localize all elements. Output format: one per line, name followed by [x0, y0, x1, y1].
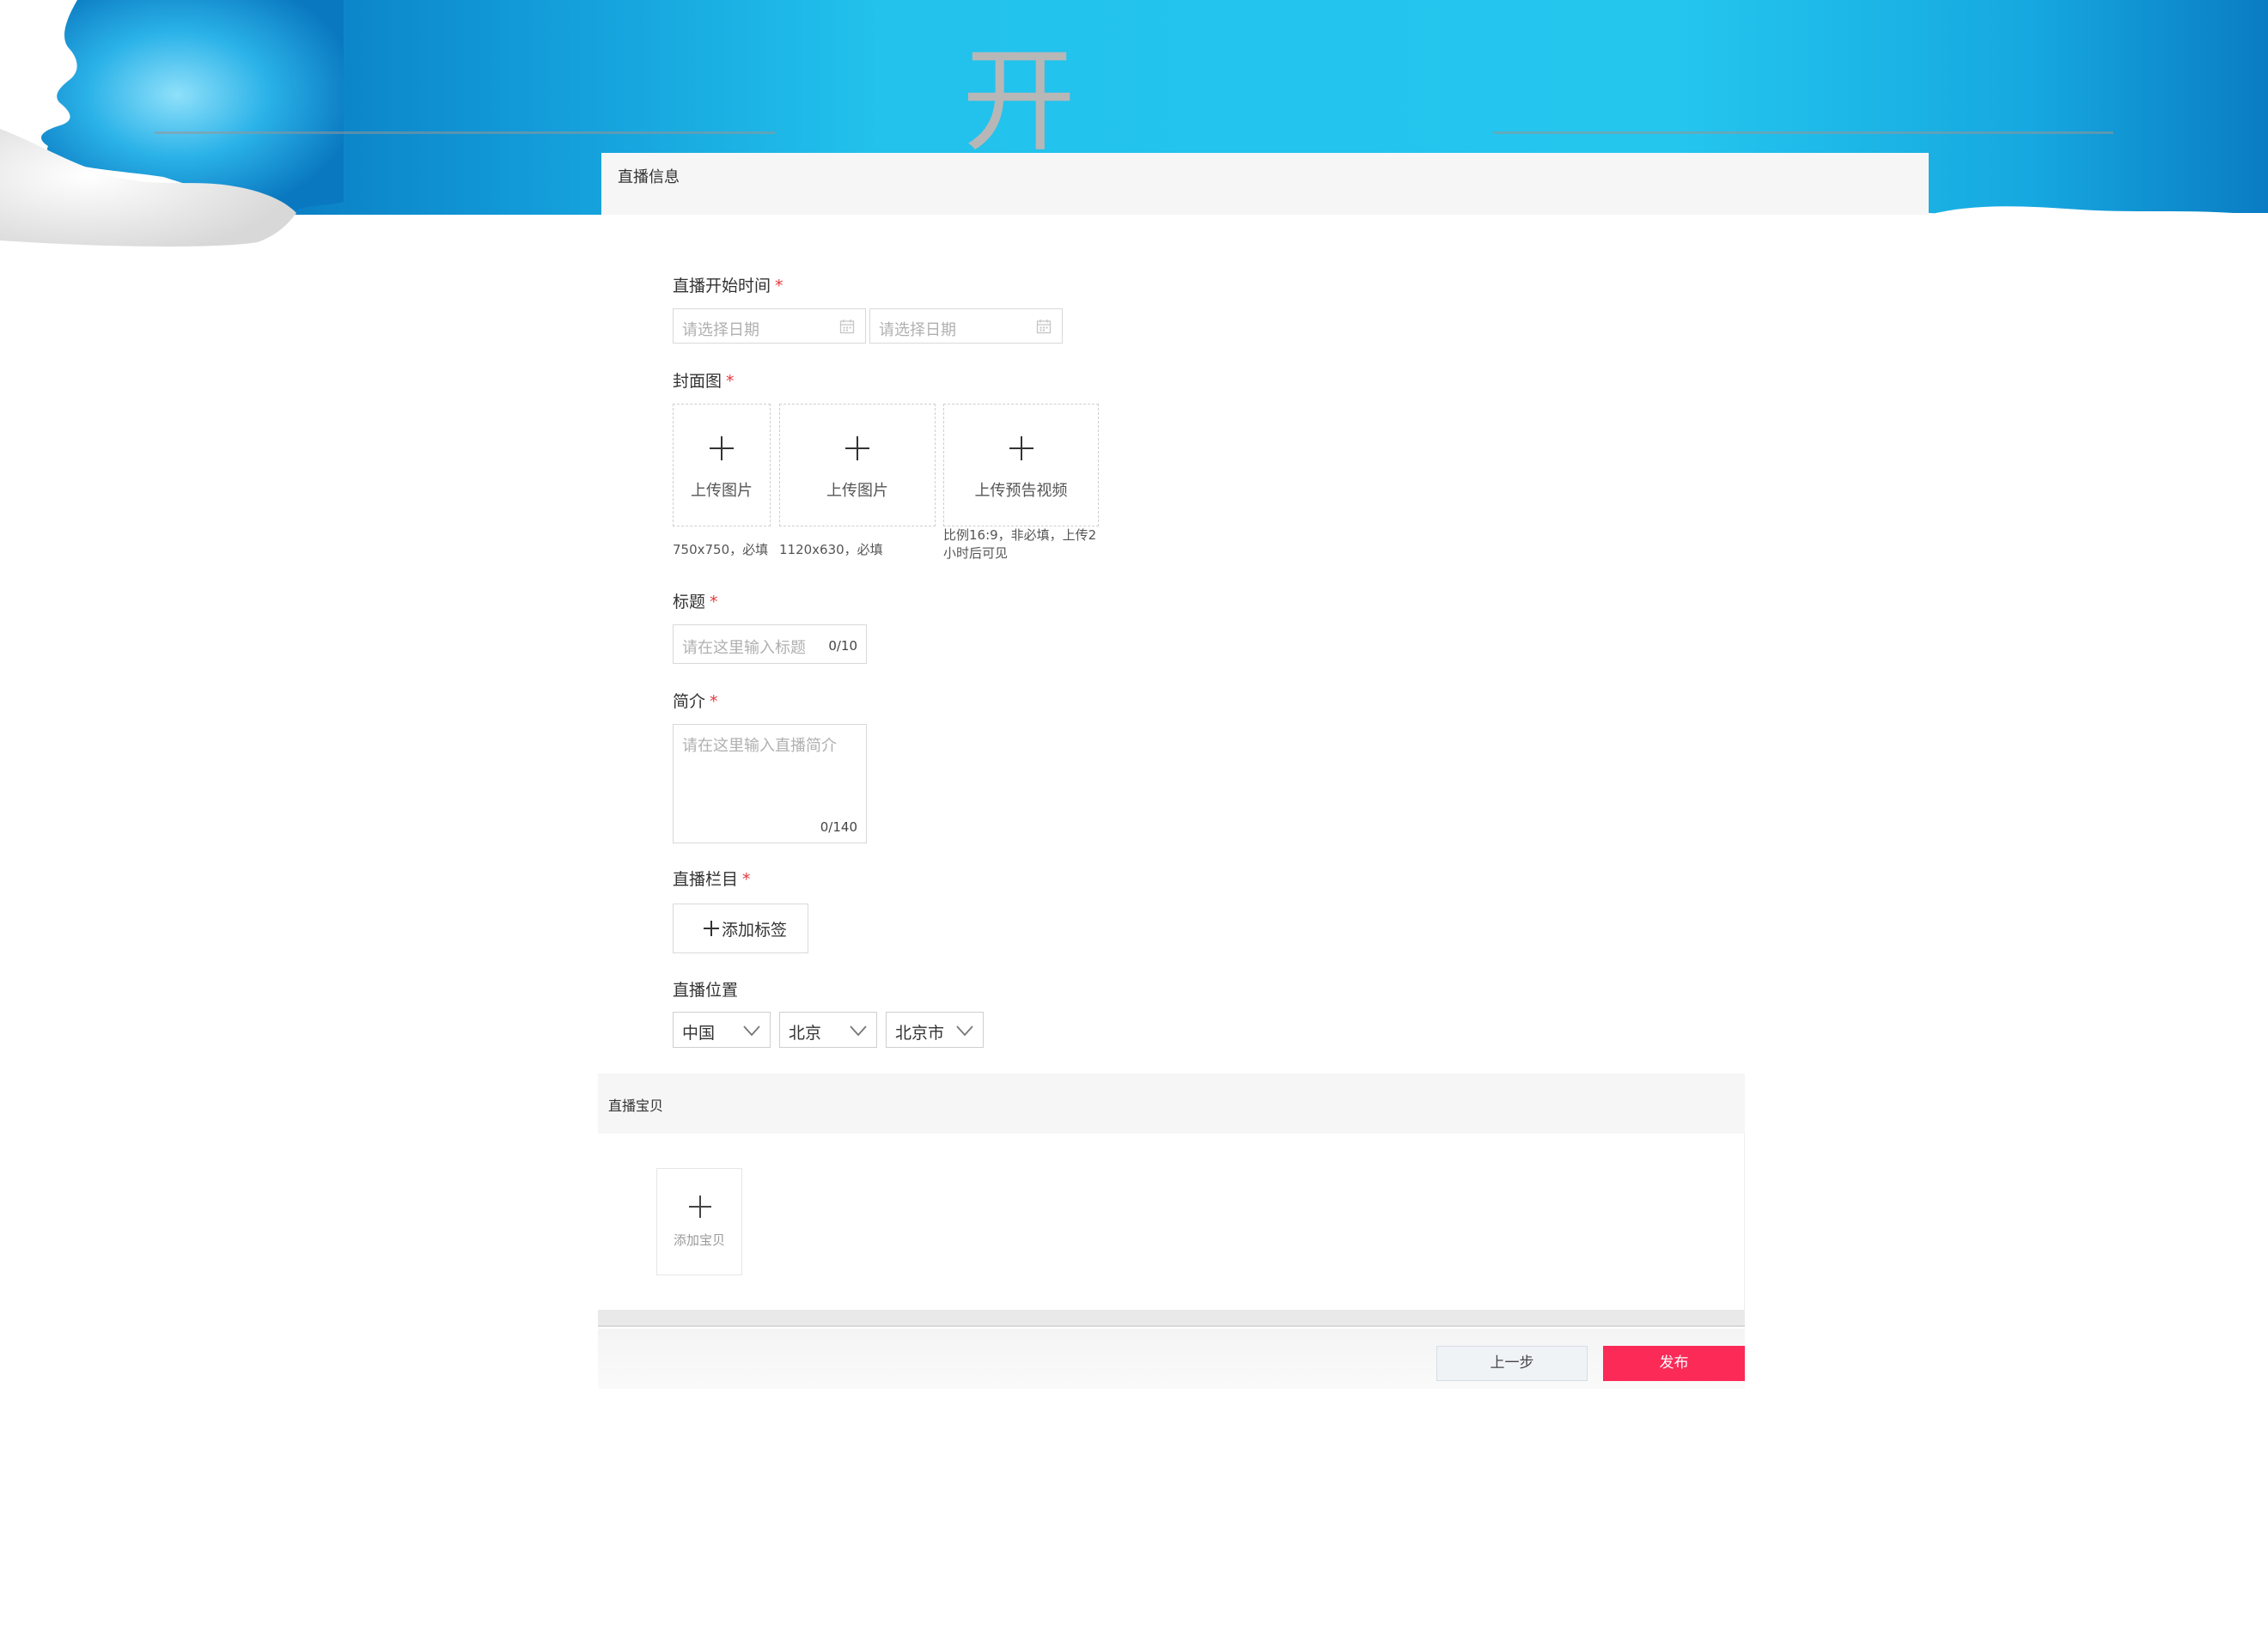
video-hint: 比例16:9，非必填，上传2小时后可见	[943, 527, 1097, 561]
location-label: 直播位置	[673, 981, 739, 1000]
cover-hint: 750x750，必填	[673, 542, 769, 557]
intro-placeholder: 请在这里输入直播简介	[682, 737, 837, 755]
city-select[interactable]: 北京市	[886, 1012, 984, 1048]
title-counter: 0/10	[828, 638, 857, 654]
footer-divider	[598, 1310, 1745, 1327]
calendar-icon	[1036, 319, 1052, 334]
category-label-text: 直播栏目	[673, 870, 739, 889]
plus-icon	[1009, 436, 1033, 460]
intro-counter: 0/140	[820, 819, 857, 835]
end-date-placeholder: 请选择日期	[879, 321, 956, 339]
page-title: 开通	[962, 41, 1079, 161]
products-title: 直播宝贝	[608, 1098, 664, 1114]
start-time-label: 直播开始时间 *	[673, 273, 783, 296]
prev-step-button[interactable]: 上一步	[1436, 1346, 1588, 1381]
start-date-placeholder: 请选择日期	[682, 321, 759, 339]
chevron-down-icon	[956, 1025, 973, 1037]
add-tag-button[interactable]: 添加标签	[673, 904, 808, 953]
required-mark: *	[710, 692, 718, 711]
title-label-text: 标题	[673, 593, 706, 612]
upload-label: 上传图片	[691, 482, 753, 500]
required-mark: *	[710, 593, 718, 612]
province-value: 北京	[789, 1024, 822, 1043]
products-header: 直播宝贝	[598, 1074, 1745, 1134]
country-select[interactable]: 中国	[673, 1012, 771, 1048]
add-tag-label: 添加标签	[722, 921, 788, 940]
products-body	[598, 1134, 1745, 1310]
plus-icon	[845, 436, 869, 460]
required-mark: *	[726, 372, 735, 391]
intro-label-text: 简介	[673, 692, 706, 711]
category-label: 直播栏目 *	[673, 867, 751, 890]
upload-cover-square[interactable]: 上传图片	[673, 404, 771, 526]
cover-label-text: 封面图	[673, 372, 722, 391]
add-product-button[interactable]: 添加宝贝	[656, 1168, 742, 1275]
cover-hint: 1120x630，必填	[779, 542, 883, 557]
province-select[interactable]: 北京	[779, 1012, 877, 1048]
required-mark: *	[775, 277, 783, 295]
calendar-icon	[839, 319, 855, 334]
title-input[interactable]: 请在这里输入标题 0/10	[673, 624, 867, 664]
banner-line-right	[1493, 131, 2113, 134]
intro-textarea[interactable]: 请在这里输入直播简介 0/140	[673, 724, 867, 843]
start-time-label-text: 直播开始时间	[673, 277, 771, 295]
title-placeholder: 请在这里输入标题	[682, 639, 806, 657]
title-label: 标题 *	[673, 589, 718, 612]
live-info-header: 直播信息	[601, 153, 1929, 215]
end-date-input[interactable]: 请选择日期	[869, 308, 1063, 344]
intro-label: 简介 *	[673, 689, 718, 712]
plus-icon	[704, 921, 719, 936]
upload-label: 上传图片	[826, 482, 888, 500]
required-mark: *	[742, 870, 751, 889]
cover-label: 封面图 *	[673, 368, 735, 392]
live-info-title: 直播信息	[618, 168, 680, 186]
banner-line-left	[155, 131, 775, 134]
chevron-down-icon	[850, 1025, 867, 1037]
add-product-label: 添加宝贝	[673, 1232, 725, 1248]
plus-icon	[710, 436, 734, 460]
country-value: 中国	[682, 1024, 716, 1043]
chevron-down-icon	[743, 1025, 760, 1037]
upload-label: 上传预告视频	[974, 482, 1068, 500]
city-value: 北京市	[895, 1024, 945, 1043]
plus-icon	[689, 1196, 711, 1218]
start-date-input[interactable]: 请选择日期	[673, 308, 866, 344]
upload-preview-video[interactable]: 上传预告视频	[943, 404, 1099, 526]
publish-button[interactable]: 发布	[1603, 1346, 1745, 1381]
upload-cover-wide[interactable]: 上传图片	[779, 404, 936, 526]
